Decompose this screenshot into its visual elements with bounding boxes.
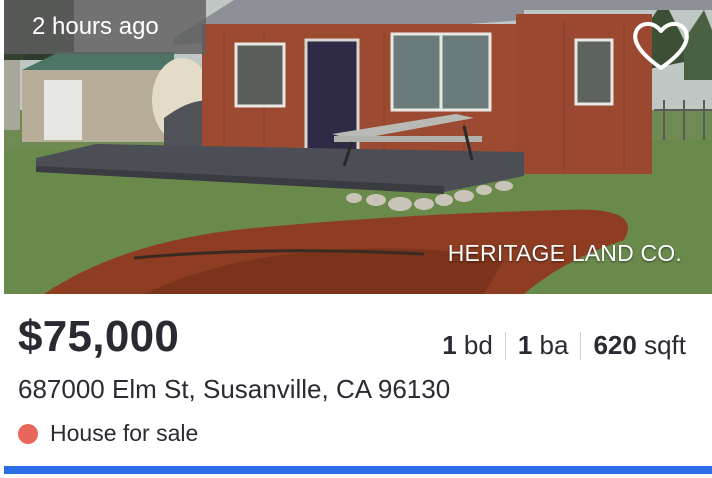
baths-unit: ba — [539, 330, 569, 360]
card-accent-bar — [4, 466, 712, 474]
spec-divider — [504, 331, 506, 360]
sqft-value: 620 — [593, 330, 637, 360]
favorite-button[interactable] — [630, 18, 692, 74]
listing-specs: 1 bd 1 ba 620 sqft — [442, 330, 686, 361]
beds-unit: bd — [463, 330, 493, 360]
baths-spec: 1 ba — [518, 330, 569, 361]
sqft-unit: sqft — [644, 330, 686, 360]
heart-outline-icon — [633, 22, 689, 70]
listing-status: House for sale — [18, 420, 198, 447]
spec-divider — [580, 331, 582, 360]
baths-value: 1 — [517, 330, 533, 360]
sqft-spec: 620 sqft — [593, 330, 686, 361]
beds-spec: 1 bd — [442, 330, 493, 361]
brokerage-watermark: HERITAGE LAND CO. — [447, 240, 682, 266]
status-text: House for sale — [50, 420, 199, 446]
listing-price: $75,000 — [18, 312, 180, 361]
beds-value: 1 — [442, 330, 457, 360]
status-dot-icon — [18, 423, 38, 444]
listing-age-badge: 2 hours ago — [4, 0, 206, 54]
listing-card[interactable]: 2 hours ago HERITAGE LAND CO. $75,000 1 … — [0, 0, 712, 478]
listing-address[interactable]: 687000 Elm St, Susanville, CA 96130 — [18, 374, 450, 405]
